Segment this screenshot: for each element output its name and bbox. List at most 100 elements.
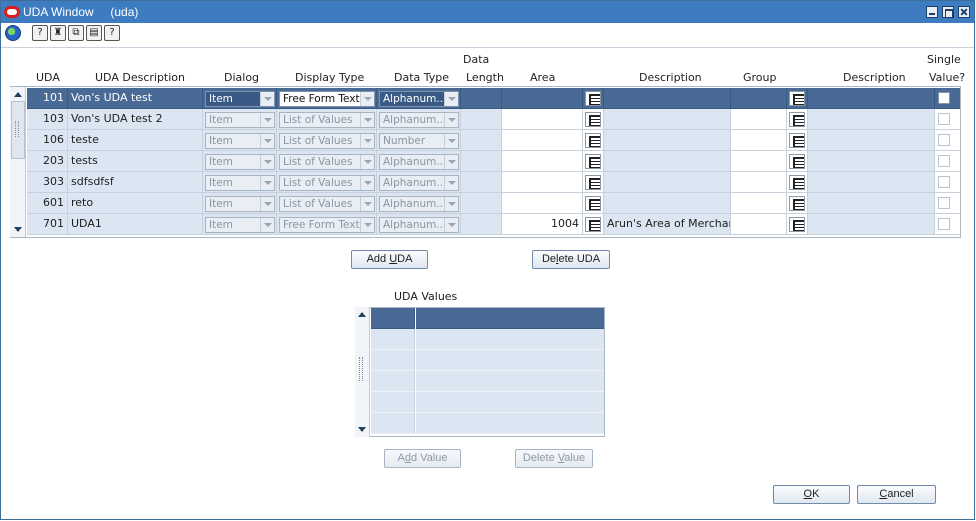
uda-description-cell[interactable]: reto [68, 193, 203, 214]
globe-icon[interactable] [5, 25, 21, 41]
display-type-select[interactable]: List of Values [279, 154, 375, 170]
uda-value-id-cell[interactable] [371, 350, 415, 371]
table-row[interactable]: 203 tests Item List of Values Alphanum... [27, 151, 960, 172]
uda-description-cell[interactable]: tests [68, 151, 203, 172]
data-length-cell[interactable] [461, 130, 502, 151]
list-of-values-icon[interactable] [585, 196, 601, 211]
group-cell[interactable] [731, 109, 787, 130]
chevron-down-icon[interactable] [360, 113, 374, 127]
data-type-select[interactable]: Alphanum... [379, 175, 459, 191]
uda-value-description-cell[interactable] [416, 413, 604, 434]
data-length-cell[interactable] [461, 151, 502, 172]
scroll-down-icon[interactable] [14, 227, 22, 232]
dialog-select[interactable]: Item [205, 112, 275, 128]
print-icon[interactable]: ▤ [86, 25, 102, 41]
help-action-icon[interactable]: ? [32, 25, 48, 41]
uda-value-row[interactable] [371, 413, 604, 434]
find-icon[interactable]: ♜ [50, 25, 66, 41]
uda-description-cell[interactable]: Von's UDA test 2 [68, 109, 203, 130]
uda-value-id-cell[interactable] [371, 308, 415, 329]
chevron-down-icon[interactable] [360, 218, 374, 232]
list-of-values-icon[interactable] [789, 217, 805, 232]
table-row[interactable]: 101 Von's UDA test Item Free Form Text Alpha… [27, 88, 960, 109]
chevron-down-icon[interactable] [260, 113, 274, 127]
list-of-values-icon[interactable] [585, 217, 601, 232]
display-type-select[interactable]: List of Values [279, 133, 375, 149]
data-length-cell[interactable] [461, 88, 502, 109]
table-row[interactable]: 701 UDA1 Item Free Form Text Alphanum... 1004… [27, 214, 960, 235]
delete-value-button[interactable]: Delete Value [515, 449, 593, 468]
group-cell[interactable] [731, 130, 787, 151]
dialog-select[interactable]: Item [205, 196, 275, 212]
display-type-select[interactable]: Free Form Text [279, 217, 375, 233]
list-of-values-icon[interactable] [585, 133, 601, 148]
uda-value-description-cell[interactable] [416, 392, 604, 413]
list-of-values-icon[interactable] [585, 154, 601, 169]
chevron-down-icon[interactable] [444, 113, 458, 127]
group-cell[interactable] [731, 88, 787, 109]
data-type-select[interactable]: Alphanum... [379, 154, 459, 170]
display-type-select[interactable]: List of Values [279, 112, 375, 128]
chevron-down-icon[interactable] [444, 134, 458, 148]
uda-value-row[interactable] [371, 392, 604, 413]
uda-description-cell[interactable]: UDA1 [68, 214, 203, 235]
data-type-select[interactable]: Alphanum... [379, 112, 459, 128]
list-of-values-icon[interactable] [585, 91, 601, 106]
data-type-select[interactable]: Alphanum... [379, 196, 459, 212]
add-value-button[interactable]: Add Value [384, 449, 461, 468]
chevron-down-icon[interactable] [260, 155, 274, 169]
close-icon[interactable] [958, 6, 970, 18]
uda-value-row[interactable] [371, 308, 604, 329]
group-cell[interactable] [731, 151, 787, 172]
single-value-checkbox[interactable] [938, 218, 950, 230]
display-type-select[interactable]: List of Values [279, 196, 375, 212]
single-value-checkbox[interactable] [938, 134, 950, 146]
chevron-down-icon[interactable] [444, 176, 458, 190]
data-type-select[interactable]: Alphanum... [379, 91, 459, 107]
copy-icon[interactable]: ⧉ [68, 25, 84, 41]
list-of-values-icon[interactable] [789, 133, 805, 148]
chevron-down-icon[interactable] [360, 92, 374, 106]
uda-value-row[interactable] [371, 371, 604, 392]
dialog-select[interactable]: Item [205, 175, 275, 191]
uda-grid-scrollbar[interactable] [10, 87, 26, 237]
chevron-down-icon[interactable] [444, 92, 458, 106]
data-type-select[interactable]: Alphanum... [379, 217, 459, 233]
add-uda-button[interactable]: Add UDA [351, 250, 428, 269]
chevron-down-icon[interactable] [360, 176, 374, 190]
group-cell[interactable] [731, 172, 787, 193]
area-cell[interactable] [502, 193, 583, 214]
cancel-button[interactable]: Cancel [857, 485, 936, 504]
table-row[interactable]: 106 teste Item List of Values Number [27, 130, 960, 151]
single-value-checkbox[interactable] [938, 197, 950, 209]
list-of-values-icon[interactable] [585, 175, 601, 190]
table-row[interactable]: 103 Von's UDA test 2 Item List of Values Alp… [27, 109, 960, 130]
scroll-down-icon[interactable] [358, 427, 366, 432]
uda-value-id-cell[interactable] [371, 413, 415, 434]
dialog-select[interactable]: Item [205, 154, 275, 170]
list-of-values-icon[interactable] [789, 196, 805, 211]
uda-value-row[interactable] [371, 350, 604, 371]
uda-value-id-cell[interactable] [371, 392, 415, 413]
list-of-values-icon[interactable] [789, 112, 805, 127]
data-length-cell[interactable] [461, 214, 502, 235]
chevron-down-icon[interactable] [260, 197, 274, 211]
uda-id-cell[interactable]: 103 [27, 109, 68, 130]
uda-value-id-cell[interactable] [371, 329, 415, 350]
chevron-down-icon[interactable] [260, 176, 274, 190]
data-length-cell[interactable] [461, 193, 502, 214]
uda-description-cell[interactable]: sdfsdfsf [68, 172, 203, 193]
group-cell[interactable] [731, 193, 787, 214]
chevron-down-icon[interactable] [360, 197, 374, 211]
data-length-cell[interactable] [461, 109, 502, 130]
single-value-checkbox[interactable] [938, 92, 950, 104]
data-type-select[interactable]: Number [379, 133, 459, 149]
data-length-cell[interactable] [461, 172, 502, 193]
single-value-checkbox[interactable] [938, 155, 950, 167]
chevron-down-icon[interactable] [444, 197, 458, 211]
chevron-down-icon[interactable] [360, 134, 374, 148]
group-cell[interactable] [731, 214, 787, 235]
table-row[interactable]: 303 sdfsdfsf Item List of Values Alphanum... [27, 172, 960, 193]
uda-id-cell[interactable]: 701 [27, 214, 68, 235]
uda-value-description-cell[interactable] [416, 329, 604, 350]
